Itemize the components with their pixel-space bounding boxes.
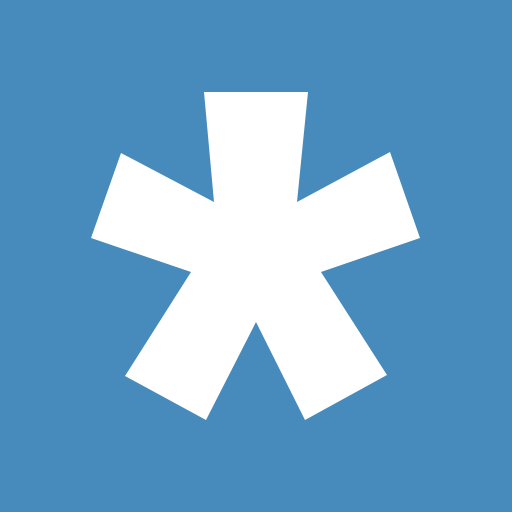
asterisk-icon bbox=[91, 92, 420, 420]
app-icon bbox=[0, 0, 512, 512]
asterisk-glyph bbox=[91, 92, 420, 420]
